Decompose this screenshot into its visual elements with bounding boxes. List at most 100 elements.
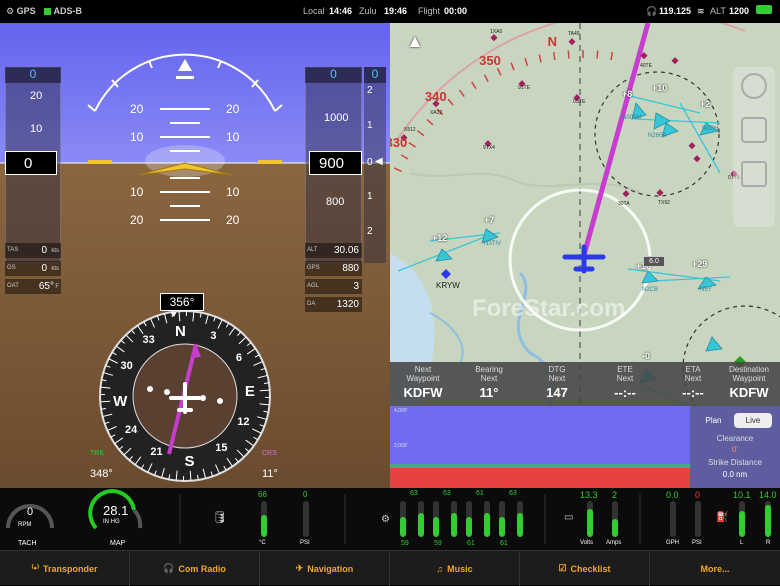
traffic-id-label: N2CB: [642, 287, 658, 293]
oil-press-unit: PSI: [300, 540, 310, 546]
traffic-altitude-label[interactable]: +12: [432, 233, 447, 243]
bearing-next: BearingNext11°: [456, 365, 522, 400]
plan-tab[interactable]: Plan: [696, 413, 731, 428]
profile-alt-mid: 2,000': [394, 443, 407, 449]
baro-box[interactable]: ALT30.06: [305, 243, 362, 258]
vs-tick: 1: [367, 191, 373, 202]
egt-value: 63: [410, 490, 418, 497]
traffic-altitude-label[interactable]: +10: [652, 83, 667, 93]
terrain-profile: [390, 468, 690, 488]
alt-label: ALT: [710, 6, 726, 16]
vs-pointer-icon: ◀: [375, 156, 383, 167]
volts-value: 13.3: [580, 490, 598, 500]
egt-bar: [466, 501, 472, 537]
vs-tick: 2: [367, 226, 373, 237]
fuel-right-value: 14.0: [759, 490, 777, 500]
compass-label: N: [168, 323, 192, 340]
traffic-altitude-label[interactable]: -0: [642, 351, 650, 361]
tab-more[interactable]: More...: [650, 551, 780, 586]
da-box: DA1320: [305, 297, 362, 312]
egt-bar: [499, 501, 505, 537]
headset-icon: 🎧: [163, 563, 174, 574]
altitude-readout: 900: [309, 151, 362, 175]
rpm-unit: RPM: [18, 522, 31, 528]
fuel-right-label: R: [766, 540, 770, 546]
traffic-altitude-label[interactable]: +7: [484, 215, 494, 225]
engine-icon: ⚙: [381, 514, 390, 525]
cht-value: 61: [467, 540, 475, 547]
tab-com-radio[interactable]: 🎧Com Radio: [130, 551, 260, 586]
bottom-tab-bar: ⁽•⁾Transponder 🎧Com Radio ✈Navigation ♫M…: [0, 550, 780, 585]
moving-map[interactable]: ▲ ForeStar.com 310320330340350N 1XA0TA49…: [390, 23, 780, 406]
crs-value[interactable]: 11°: [262, 468, 278, 480]
speed-tick: 20: [30, 90, 42, 102]
checklist-icon: ☑: [558, 563, 566, 574]
gph-bar: [670, 501, 676, 537]
oil-icon: 🛢: [212, 510, 227, 524]
strike-label: Strike Distance: [690, 458, 780, 467]
status-bar: ⚙ GPS ADS-B Local 14:46 Zulu 19:46 Fligh…: [0, 0, 780, 23]
next-waypoint[interactable]: NextWaypointKDFW: [390, 365, 456, 400]
layers-icon[interactable]: [741, 73, 767, 99]
airspeed-readout: 0: [5, 151, 57, 175]
traffic-altitude-label[interactable]: +8: [622, 89, 632, 99]
cht-value: 59: [401, 540, 409, 547]
traffic-id-label: N8CH: [702, 126, 718, 132]
clearance-label: Clearance: [690, 434, 780, 443]
fuel-left-label: L: [740, 540, 743, 546]
fuel-left-bar: [739, 501, 745, 537]
oil-press-value: 0: [303, 490, 307, 499]
traffic-altitude-label[interactable]: +29: [692, 259, 707, 269]
traffic-altitude-label[interactable]: +2: [700, 99, 710, 109]
egt-value: 63: [509, 490, 517, 497]
cht-value: 61: [500, 540, 508, 547]
aircraft-track: [390, 464, 690, 468]
terrain-icon[interactable]: [741, 161, 767, 187]
range-ring-label: 6.0: [643, 256, 665, 267]
egt-value: 61: [476, 490, 484, 497]
pitch-label: 10: [130, 130, 143, 144]
compass-label: E: [238, 383, 262, 400]
gps-alt-box: GPS880: [305, 261, 362, 276]
gs-box: GS0kts: [5, 261, 61, 276]
checkbox-icon[interactable]: [741, 117, 767, 143]
com-frequency[interactable]: 119.125: [659, 6, 691, 16]
zulu-label: Zulu: [359, 6, 377, 16]
tab-music[interactable]: ♫Music: [390, 551, 520, 586]
battery-icon: [756, 5, 772, 14]
egt-bar: [418, 501, 424, 537]
agl-box: AGL3: [305, 279, 362, 294]
fuel-pump-icon: ⛽: [716, 512, 728, 523]
tab-navigation[interactable]: ✈Navigation: [260, 551, 390, 586]
vs-tick: 2: [367, 85, 373, 96]
crs-label: CRS: [262, 450, 277, 457]
egt-bar: [433, 501, 439, 537]
tab-checklist[interactable]: ☑Checklist: [520, 551, 650, 586]
destination-waypoint[interactable]: DestinationWaypointKDFW: [718, 365, 780, 400]
pitch-label: 10: [226, 185, 239, 199]
nav-data-bar: NextWaypointKDFW BearingNext11° DTGNext1…: [390, 362, 780, 406]
cht-value: 59: [434, 540, 442, 547]
amps-value: 2: [612, 490, 617, 500]
speed-target[interactable]: 0: [5, 67, 61, 83]
primary-flight-display[interactable]: 20 20 10 10 10 10 20 20 0 20 10 0 0 1000…: [0, 23, 390, 488]
pitch-label: 20: [130, 213, 143, 227]
oil-temp-value: 66: [258, 490, 267, 499]
tas-box: TAS0kts: [5, 243, 61, 258]
altitude-target[interactable]: 0: [305, 67, 362, 83]
pitch-label: 20: [130, 102, 143, 116]
ete-next: ETENext--:--: [592, 365, 658, 400]
live-tab[interactable]: Live: [734, 413, 772, 428]
map-side-controls: [733, 67, 775, 227]
volts-label: Volts: [580, 540, 593, 546]
vs-target[interactable]: 0: [364, 67, 386, 83]
tab-transponder[interactable]: ⁽•⁾Transponder: [0, 551, 130, 586]
oat-box: OAT65°F: [5, 279, 61, 294]
pitch-label: 20: [226, 213, 239, 227]
profile-alt-top: 4,000': [394, 408, 407, 414]
pitch-label: 20: [226, 102, 239, 116]
speed-tick: 10: [30, 123, 42, 135]
oil-temp-bar: [261, 501, 267, 537]
oil-temp-unit: °C: [259, 540, 266, 546]
traffic-id-label: N26FA: [648, 133, 666, 139]
